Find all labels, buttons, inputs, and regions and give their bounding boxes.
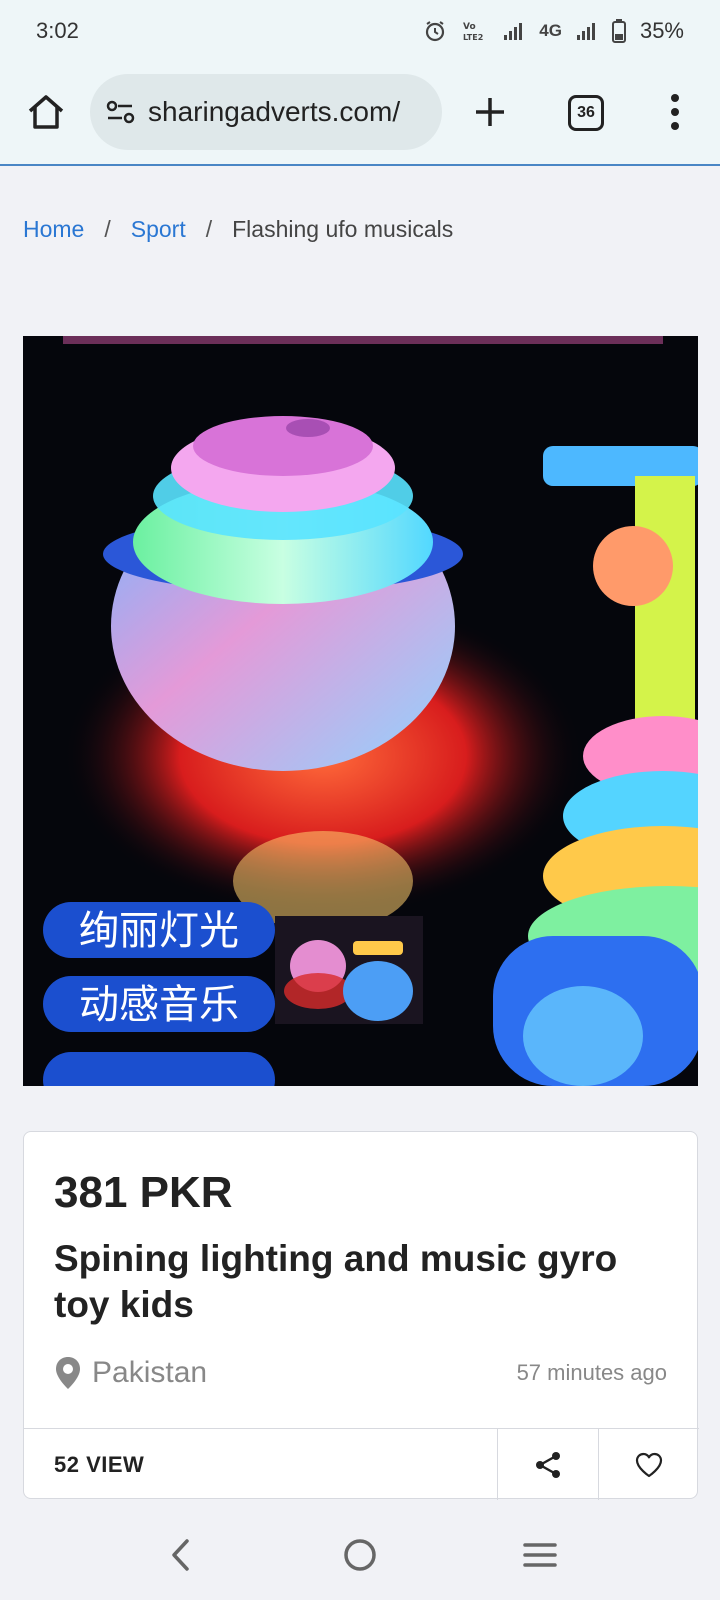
battery-icon	[611, 19, 626, 43]
status-time: 3:02	[36, 18, 79, 43]
product-image[interactable]: 绚丽灯光 动感音乐	[23, 336, 698, 1086]
battery-percent: 35%	[639, 18, 684, 43]
system-nav-bar	[0, 1510, 720, 1600]
share-button[interactable]	[497, 1429, 598, 1500]
signal-icon	[576, 23, 595, 40]
more-vert-icon	[671, 94, 679, 130]
home-nav-button[interactable]	[335, 1530, 385, 1580]
breadcrumb-home-link[interactable]: Home	[23, 216, 84, 243]
alarm-icon	[426, 21, 445, 42]
share-icon	[536, 1451, 560, 1478]
image-caption-line-1: 绚丽灯光	[79, 908, 239, 954]
signal-icon	[504, 23, 523, 40]
card-footer: 52 VIEW	[24, 1428, 699, 1500]
heart-icon	[635, 1452, 663, 1477]
breadcrumb-separator: /	[104, 215, 111, 242]
product-price: 381 PKR	[54, 1168, 233, 1217]
back-icon	[172, 1539, 189, 1571]
site-settings-icon[interactable]	[104, 95, 138, 129]
network-label: 4G	[539, 21, 562, 40]
favorite-button[interactable]	[598, 1429, 699, 1500]
posted-time: 57 minutes ago	[516, 1360, 667, 1385]
status-icons: Vo LTE2 4G 35%	[423, 18, 684, 44]
circle-home-icon	[344, 1539, 376, 1571]
breadcrumb-current: Flashing ufo musicals	[232, 215, 454, 242]
browser-toolbar: sharingadverts.com/ 36	[0, 62, 720, 166]
product-location: Pakistan	[54, 1356, 207, 1390]
breadcrumb-sport-link[interactable]: Sport	[131, 216, 186, 243]
status-bar: 3:02 Vo LTE2 4G 35%	[0, 0, 720, 62]
browser-menu-button[interactable]	[660, 90, 690, 134]
plus-icon	[476, 98, 504, 126]
back-button[interactable]	[155, 1530, 205, 1580]
svg-text:LTE2: LTE2	[463, 33, 483, 42]
home-button[interactable]	[24, 90, 68, 134]
tab-switcher-button[interactable]: 36	[568, 95, 604, 131]
recents-button[interactable]	[515, 1530, 565, 1580]
svg-text:Vo: Vo	[463, 22, 476, 32]
view-count: 52 VIEW	[54, 1451, 145, 1477]
breadcrumb-separator: /	[205, 215, 213, 242]
tab-count: 36	[577, 104, 595, 121]
breadcrumb: Home / Sport / Flashing ufo musicals	[23, 212, 453, 246]
volte-icon: VoLTE2	[463, 22, 483, 42]
url-text[interactable]: sharingadverts.com/	[148, 96, 400, 128]
image-caption-line-2: 动感音乐	[79, 982, 239, 1028]
new-tab-button[interactable]	[468, 90, 512, 134]
home-icon	[28, 95, 64, 129]
location-pin-icon	[56, 1357, 80, 1389]
product-card: 381 PKR Spining lighting and music gyro …	[23, 1131, 699, 1500]
location-text: Pakistan	[92, 1356, 208, 1389]
recents-menu-icon	[523, 1543, 557, 1567]
product-title: Spining lighting and music gyro toy kids	[54, 1238, 618, 1325]
address-bar[interactable]: sharingadverts.com/	[90, 74, 442, 150]
